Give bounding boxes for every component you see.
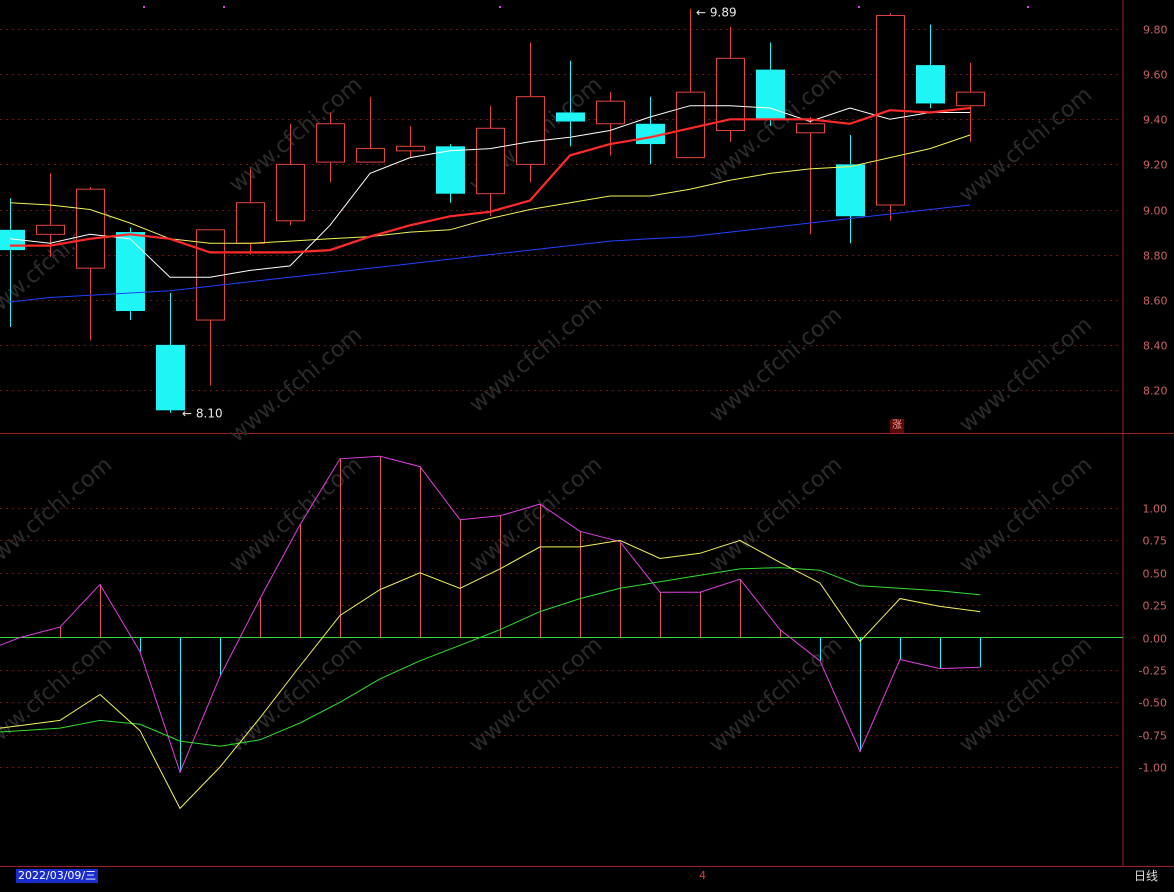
candle-body-up [236, 202, 265, 244]
macd-tick-label: 0.25 [1143, 600, 1168, 613]
chart-canvas: 9.80 9.60 9.40 9.20 9.00 8.80 8.60 8.40 8.20 1.00… [0, 0, 1174, 888]
candle-body-up [516, 96, 545, 165]
period-selector[interactable]: 日线 [1134, 869, 1158, 883]
price-tick-label: 9.20 [1143, 159, 1168, 172]
price-tick-label: 9.00 [1143, 205, 1168, 218]
macd-tick-label: -1.00 [1139, 762, 1167, 775]
background [0, 0, 1174, 888]
event-marker [1027, 6, 1029, 8]
macd-tick-label: -0.25 [1139, 665, 1167, 678]
macd-tick-label: 0.75 [1143, 535, 1168, 548]
candle-body-up [396, 145, 425, 152]
price-tick-label: 8.80 [1143, 250, 1168, 263]
candle-body-up [476, 127, 505, 195]
cursor-position-label: 4 [699, 869, 706, 882]
candle-body-down [556, 112, 585, 122]
candle-body-down [916, 65, 945, 104]
candle-body-down [116, 232, 145, 312]
event-marker [223, 6, 225, 8]
candle-body-up [596, 100, 625, 125]
rise-indicator-badge: 涨 [890, 419, 904, 433]
candle-body-down [436, 146, 465, 194]
candle-body-up [796, 123, 825, 134]
event-marker [143, 6, 145, 8]
candle-body-up [76, 188, 105, 269]
candle-body-up [36, 224, 65, 235]
low-price-label: ← 8.10 [182, 407, 223, 421]
macd-tick-label: 1.00 [1143, 503, 1168, 516]
candle-body-down [156, 344, 185, 411]
candle-body-down [836, 164, 865, 217]
candle-body-up [356, 148, 385, 163]
event-marker [499, 6, 501, 8]
high-price-label: ← 9.89 [696, 6, 737, 20]
cursor-date-label: 2022/03/09/三 [16, 869, 99, 883]
event-marker [858, 6, 860, 8]
price-tick-label: 9.80 [1143, 24, 1168, 37]
price-tick-label: 8.20 [1143, 385, 1168, 398]
macd-tick-label: -0.75 [1139, 730, 1167, 743]
candle-body-up [956, 91, 985, 107]
price-tick-label: 8.40 [1143, 340, 1168, 353]
stock-chart[interactable]: 9.80 9.60 9.40 9.20 9.00 8.80 8.60 8.40 8.20 1.00… [0, 0, 1174, 888]
price-tick-label: 9.60 [1143, 69, 1168, 82]
macd-tick-label: 0.50 [1143, 568, 1168, 581]
macd-tick-label: -0.50 [1139, 697, 1167, 710]
macd-tick-label: 0.00 [1143, 633, 1168, 646]
candle-body-up [276, 163, 305, 222]
price-tick-label: 9.40 [1143, 114, 1168, 127]
price-tick-label: 8.60 [1143, 295, 1168, 308]
candle-body-up [316, 123, 345, 163]
